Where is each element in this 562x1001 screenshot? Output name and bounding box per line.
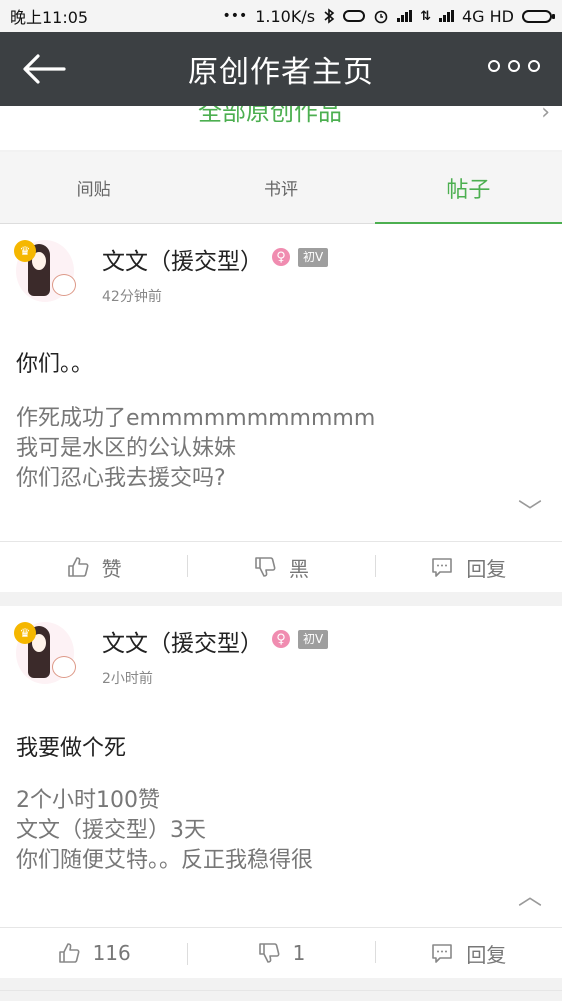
comment-icon bbox=[432, 944, 453, 963]
female-icon: ♀ bbox=[272, 630, 290, 648]
post-time: 42分钟前 bbox=[102, 289, 162, 305]
all-works-link[interactable]: 全部原创作品 › bbox=[0, 106, 562, 150]
post-title: 你们。。 bbox=[16, 352, 94, 377]
page-title: 原创作者主页 bbox=[188, 55, 374, 90]
dislike-count: 1 bbox=[292, 941, 306, 965]
like-label: 赞 bbox=[101, 556, 122, 581]
avatar[interactable]: ♛ bbox=[14, 240, 76, 302]
thumbs-down-icon bbox=[258, 943, 280, 963]
avatar[interactable]: ♛ bbox=[14, 622, 76, 684]
more-options-button[interactable] bbox=[488, 60, 540, 72]
author-name[interactable]: 文文（援交型） bbox=[102, 242, 263, 276]
like-button[interactable]: 赞 bbox=[0, 553, 187, 582]
status-bar: 晚上11:05 ••• 1.10K/s ⇅ 4G HD bbox=[0, 0, 562, 32]
like-count: 116 bbox=[92, 941, 131, 965]
reply-button[interactable]: 回复 bbox=[374, 553, 562, 582]
post-actions: 赞 黑 回复 bbox=[0, 541, 562, 592]
like-button[interactable]: 116 bbox=[0, 941, 187, 965]
status-time: 晚上11:05 bbox=[10, 8, 89, 27]
signal-icon bbox=[397, 10, 413, 22]
bluetooth-icon bbox=[324, 8, 335, 24]
network-type: 4G HD bbox=[461, 6, 514, 26]
dislike-label: 黑 bbox=[288, 556, 309, 581]
dislike-button[interactable]: 黑 bbox=[187, 553, 374, 582]
reply-label: 回复 bbox=[466, 556, 507, 581]
post-card[interactable]: ♛ 文文（援交型） ♀ 初V 42分钟前 你们。。 作死成功了emmmmmmmm… bbox=[0, 224, 562, 592]
level-badge: 初V bbox=[298, 248, 329, 267]
female-icon: ♀ bbox=[272, 248, 290, 266]
alarm-icon bbox=[374, 10, 388, 24]
next-post-edge bbox=[0, 990, 562, 1001]
back-arrow-icon bbox=[23, 54, 66, 84]
tab-jiantie[interactable]: 间贴 bbox=[0, 152, 187, 223]
status-indicators: ••• 1.10K/s ⇅ 4G HD bbox=[222, 6, 555, 26]
crown-icon: ♛ bbox=[14, 622, 36, 644]
tab-bar: 间贴 书评 帖子 bbox=[0, 152, 562, 224]
post-body: 作死成功了emmmmmmmmmmm 我可是水区的公认妹妹 你们忍心我去援交吗? bbox=[16, 406, 376, 491]
more-options-icon bbox=[488, 60, 500, 72]
back-button[interactable] bbox=[20, 52, 68, 86]
collapse-chevron-up-icon[interactable]: ︿ bbox=[518, 876, 542, 911]
level-badge: 初V bbox=[298, 630, 329, 649]
tab-posts[interactable]: 帖子 bbox=[374, 152, 562, 224]
post-time: 2小时前 bbox=[102, 671, 153, 687]
app-header: 原创作者主页 bbox=[0, 32, 562, 106]
thumbs-up-icon bbox=[67, 557, 89, 577]
network-speed: 1.10K/s bbox=[255, 6, 316, 26]
chevron-right-icon: › bbox=[541, 106, 550, 125]
battery-icon bbox=[522, 9, 555, 23]
tab-book-reviews[interactable]: 书评 bbox=[187, 152, 374, 223]
post-body: 2个小时100赞 文文（援交型）3天 你们随便艾特。。反正我稳得很 bbox=[16, 788, 314, 873]
comment-icon bbox=[432, 558, 453, 577]
reply-label: 回复 bbox=[466, 942, 507, 967]
reply-button[interactable]: 回复 bbox=[374, 939, 562, 968]
post-title: 我要做个死 bbox=[16, 736, 127, 761]
author-name[interactable]: 文文（援交型） bbox=[102, 624, 263, 658]
data-transfer-icon: ⇅ bbox=[420, 8, 431, 24]
post-card[interactable]: ♛ 文文（援交型） ♀ 初V 2小时前 我要做个死 2个小时100赞 文文（援交… bbox=[0, 606, 562, 978]
status-dots: ••• bbox=[222, 8, 248, 24]
toggle-pill-icon bbox=[343, 10, 366, 22]
dislike-button[interactable]: 1 bbox=[187, 941, 374, 965]
crown-icon: ♛ bbox=[14, 240, 36, 262]
thumbs-up-icon bbox=[58, 943, 80, 963]
post-actions: 116 1 回复 bbox=[0, 927, 562, 978]
all-works-label: 全部原创作品 bbox=[198, 106, 342, 126]
expand-chevron-down-icon[interactable]: ﹀ bbox=[518, 492, 542, 527]
thumbs-down-icon bbox=[255, 557, 276, 577]
signal-icon-2 bbox=[438, 10, 454, 22]
